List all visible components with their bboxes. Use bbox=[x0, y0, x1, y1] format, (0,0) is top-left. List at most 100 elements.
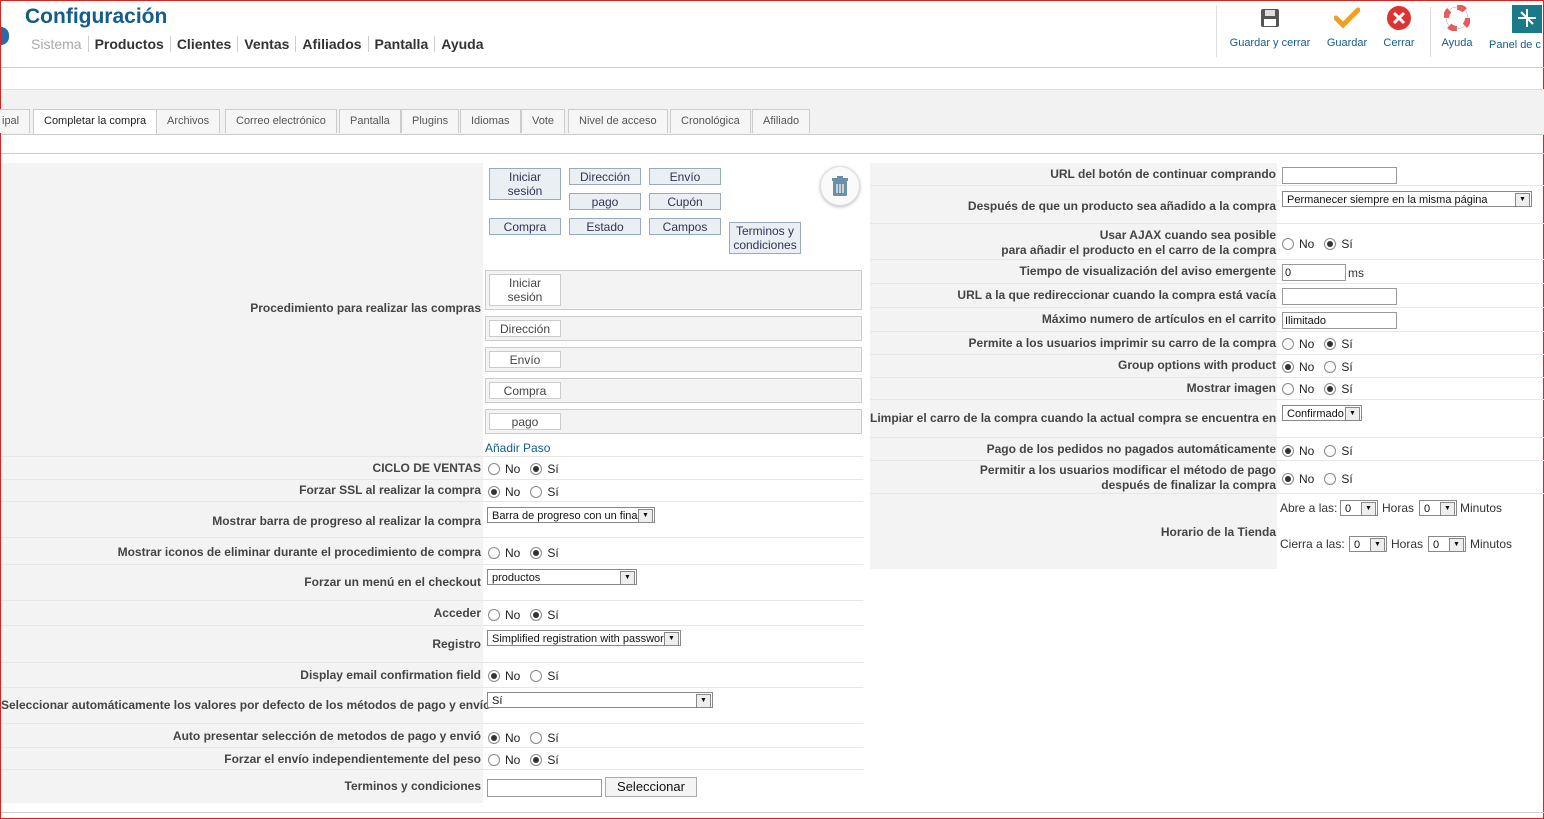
modify-payment-si[interactable]: Sí bbox=[1324, 472, 1353, 486]
close-minute-select[interactable]: 0 ▼ bbox=[1428, 536, 1466, 552]
ajax-no[interactable]: No bbox=[1282, 237, 1314, 251]
email-confirm-si[interactable]: Sí bbox=[530, 669, 559, 683]
auto-present-si[interactable]: Sí bbox=[530, 731, 559, 745]
palette-terminos[interactable]: Terminos y condiciones bbox=[729, 222, 801, 254]
auto-pay-no[interactable]: No bbox=[1282, 444, 1314, 458]
after-add-select[interactable]: Permanecer siempre en la misma página ▼ bbox=[1282, 191, 1532, 207]
modify-payment-no[interactable]: No bbox=[1282, 472, 1314, 486]
print-cart-si[interactable]: Sí bbox=[1324, 337, 1353, 351]
popup-time-input[interactable]: 0 bbox=[1282, 264, 1346, 281]
tab-pantalla[interactable]: Pantalla bbox=[339, 109, 401, 133]
tab-plugins[interactable]: Plugins bbox=[401, 109, 460, 133]
group-options-no[interactable]: No bbox=[1282, 360, 1314, 374]
close-button[interactable]: Cerrar bbox=[1379, 5, 1419, 49]
menu-ventas[interactable]: Ventas bbox=[238, 36, 297, 52]
print-cart-no[interactable]: No bbox=[1282, 337, 1314, 351]
help-button[interactable]: Ayuda bbox=[1437, 5, 1477, 49]
show-image-si[interactable]: Sí bbox=[1324, 382, 1353, 396]
tab-nivel-acceso[interactable]: Nivel de acceso bbox=[568, 109, 668, 133]
palette-campos[interactable]: Campos bbox=[649, 218, 721, 235]
close-hour-select[interactable]: 0 ▼ bbox=[1349, 536, 1387, 552]
auto-present-no[interactable]: No bbox=[488, 731, 520, 745]
terms-input[interactable] bbox=[487, 779, 602, 797]
continue-url-input[interactable] bbox=[1282, 167, 1397, 184]
empty-cart-url-input[interactable] bbox=[1282, 288, 1397, 305]
save-button[interactable]: Guardar bbox=[1323, 5, 1371, 49]
tab-afiliado[interactable]: Afiliado bbox=[752, 109, 811, 133]
tab-cronologica[interactable]: Cronológica bbox=[670, 109, 751, 133]
popup-time-label: Tiempo de visualización del aviso emerge… bbox=[1019, 264, 1276, 278]
email-confirm-no[interactable]: No bbox=[488, 669, 520, 683]
tab-correo[interactable]: Correo electrónico bbox=[225, 109, 337, 133]
tab-idiomas[interactable]: Idiomas bbox=[460, 109, 521, 133]
delete-icons-si[interactable]: Sí bbox=[530, 546, 559, 560]
palette-cupon[interactable]: Cupón bbox=[649, 193, 721, 210]
menu-clientes[interactable]: Clientes bbox=[171, 36, 239, 52]
palette-estado[interactable]: Estado bbox=[569, 218, 641, 235]
ssl-radio: No Sí bbox=[488, 485, 569, 499]
chevron-down-icon: ▼ bbox=[1361, 502, 1376, 515]
group-options-si[interactable]: Sí bbox=[1324, 360, 1353, 374]
palette-compra[interactable]: Compra bbox=[489, 218, 561, 235]
auto-present-label: Auto presentar selección de metodos de p… bbox=[172, 729, 481, 743]
force-shipping-si[interactable]: Sí bbox=[530, 753, 559, 767]
lane-step-4[interactable]: Compra bbox=[485, 378, 862, 403]
palette-login[interactable]: Iniciar sesión bbox=[489, 168, 561, 200]
acceder-no[interactable]: No bbox=[488, 608, 520, 622]
delete-icons-no[interactable]: No bbox=[488, 546, 520, 560]
auto-pay-si[interactable]: Sí bbox=[1324, 444, 1353, 458]
chevron-down-icon: ▼ bbox=[638, 509, 653, 522]
lane-step-3[interactable]: Envío bbox=[485, 347, 862, 372]
trash-dropzone[interactable] bbox=[820, 166, 860, 206]
chevron-down-icon: ▼ bbox=[664, 632, 679, 645]
tab-vote[interactable]: Vote bbox=[521, 109, 566, 133]
menu-ayuda[interactable]: Ayuda bbox=[435, 36, 489, 52]
tab-principal[interactable]: ipal bbox=[0, 109, 31, 133]
terms-label: Terminos y condiciones bbox=[344, 779, 481, 793]
lane-step-1[interactable]: Iniciar sesión bbox=[485, 270, 862, 310]
save-close-button[interactable]: Guardar y cerrar bbox=[1225, 5, 1315, 49]
ajax-si[interactable]: Sí bbox=[1324, 237, 1353, 251]
close-at-label: Cierra a las: bbox=[1280, 537, 1345, 551]
procedure-label: Procedimiento para realizar las compras bbox=[250, 301, 481, 315]
max-items-input[interactable]: Ilimitado bbox=[1282, 312, 1397, 329]
tab-completar-compra[interactable]: Completar la compra bbox=[33, 109, 158, 134]
menu-afiliados[interactable]: Afiliados bbox=[296, 36, 369, 52]
palette-envio[interactable]: Envío bbox=[649, 168, 721, 185]
menu-pantalla[interactable]: Pantalla bbox=[369, 36, 436, 52]
lane-step-2[interactable]: Dirección bbox=[485, 316, 862, 341]
open-at-label: Abre a las: bbox=[1280, 501, 1338, 515]
progress-select[interactable]: Barra de progreso con un final ▼ bbox=[487, 507, 655, 523]
ciclo-si[interactable]: Sí bbox=[530, 462, 559, 476]
open-hour-select[interactable]: 0 ▼ bbox=[1340, 500, 1378, 516]
palette-pago[interactable]: pago bbox=[569, 193, 641, 210]
select-terms-button[interactable]: Seleccionar bbox=[605, 777, 697, 797]
checkout-menu-select[interactable]: productos ▼ bbox=[487, 569, 637, 585]
print-cart-radio: No Sí bbox=[1282, 337, 1363, 351]
menu-sistema[interactable]: Sistema bbox=[31, 36, 89, 52]
lane-chip-direccion[interactable]: Dirección bbox=[489, 320, 561, 337]
ssl-si[interactable]: Sí bbox=[530, 485, 559, 499]
open-minute-select[interactable]: 0 ▼ bbox=[1419, 500, 1457, 516]
palette-direccion[interactable]: Dirección bbox=[569, 168, 641, 185]
chevron-down-icon: ▼ bbox=[1515, 193, 1530, 206]
lane-chip-login[interactable]: Iniciar sesión bbox=[489, 274, 561, 306]
ciclo-no[interactable]: No bbox=[488, 462, 520, 476]
add-step-link[interactable]: Añadir Paso bbox=[485, 441, 550, 455]
force-shipping-no[interactable]: No bbox=[488, 753, 520, 767]
acceder-si[interactable]: Sí bbox=[530, 608, 559, 622]
lane-step-5[interactable]: pago bbox=[485, 409, 862, 434]
lane-chip-pago[interactable]: pago bbox=[489, 413, 561, 430]
lane-chip-compra[interactable]: Compra bbox=[489, 382, 561, 399]
close-hours-unit: Horas bbox=[1391, 537, 1424, 551]
force-shipping-radio: No Sí bbox=[488, 753, 569, 767]
show-image-no[interactable]: No bbox=[1282, 382, 1314, 396]
control-panel-button[interactable]: Panel de c bbox=[1489, 5, 1544, 51]
auto-select-select[interactable]: Sí ▼ bbox=[487, 692, 713, 708]
ssl-no[interactable]: No bbox=[488, 485, 520, 499]
lane-chip-envio[interactable]: Envío bbox=[489, 351, 561, 368]
clear-cart-select[interactable]: Confirmado ▼ bbox=[1282, 405, 1362, 421]
menu-productos[interactable]: Productos bbox=[89, 36, 171, 52]
registro-select[interactable]: Simplified registration with password ▼ bbox=[487, 630, 681, 646]
tab-archivos[interactable]: Archivos bbox=[156, 109, 221, 133]
